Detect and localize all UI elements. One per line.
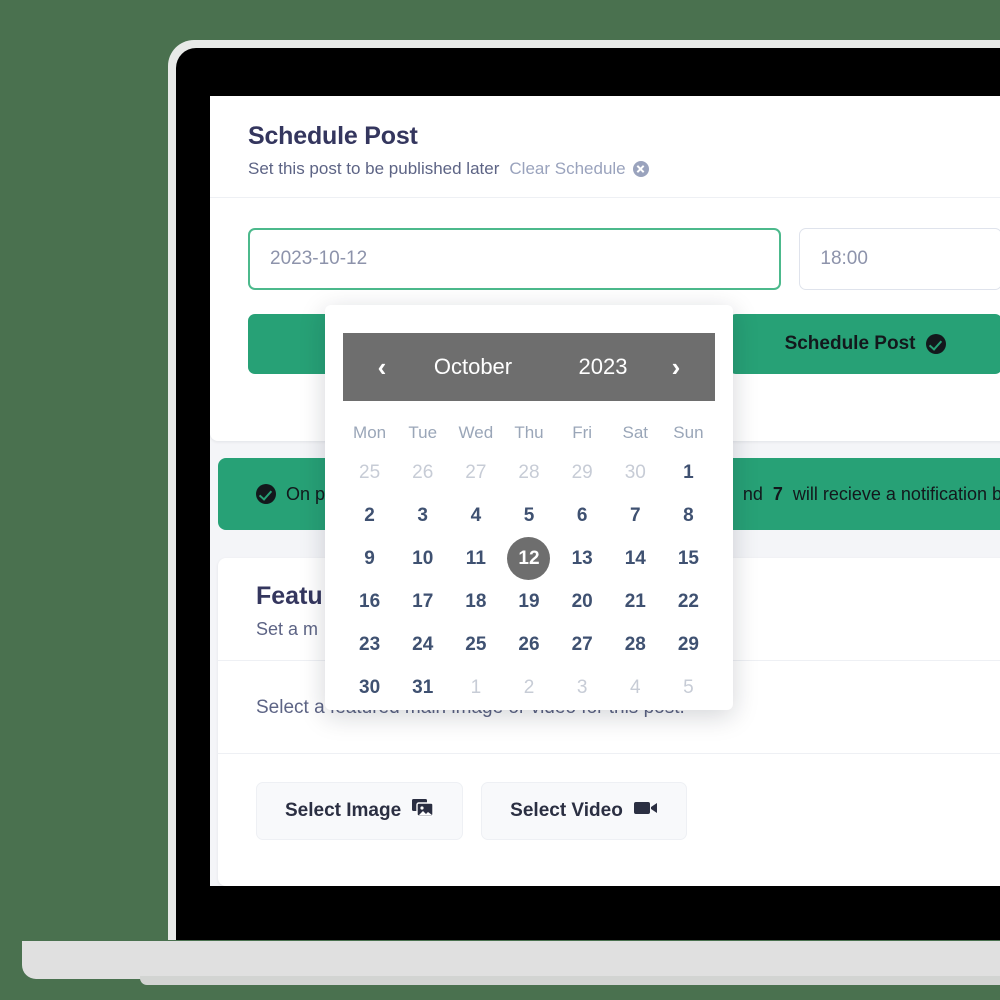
calendar-day[interactable]: 28 (609, 623, 662, 666)
time-input[interactable]: 18:00 (799, 228, 1000, 290)
check-circle-icon (926, 334, 947, 354)
calendar-day[interactable]: 4 (609, 666, 662, 709)
calendar-day[interactable]: 29 (556, 451, 609, 494)
weekday-sat: Sat (622, 423, 649, 442)
weekday-sun: Sun (673, 423, 704, 442)
schedule-card-header: Schedule Post Set this post to be publis… (210, 96, 1000, 198)
check-circle-icon (256, 484, 276, 504)
calendar-day[interactable]: 25 (343, 451, 396, 494)
calendar-day[interactable]: 20 (556, 580, 609, 623)
calendar-day[interactable]: 14 (609, 537, 662, 580)
calendar-day[interactable]: 22 (662, 580, 715, 623)
calendar-day[interactable]: 10 (396, 537, 449, 580)
calendar-day[interactable]: 11 (449, 537, 502, 580)
weekday-tue: Tue (408, 423, 438, 442)
calendar-day[interactable]: 24 (396, 623, 449, 666)
schedule-subtitle-row: Set this post to be published later Clea… (248, 159, 1000, 179)
media-button-row: Select Image Select Video (218, 754, 1000, 868)
clear-schedule-button[interactable]: Clear Schedule (509, 159, 649, 179)
laptop-base-lip (140, 976, 1000, 985)
calendar-day[interactable]: 8 (662, 494, 715, 537)
calendar-day[interactable]: 4 (449, 494, 502, 537)
calendar-day[interactable]: 18 (449, 580, 502, 623)
weekday-header-row: Mon Tue Wed Thu Fri Sat Sun (343, 415, 715, 451)
weekday-fri: Fri (572, 423, 593, 442)
weekday-wed: Wed (458, 423, 494, 442)
calendar-day[interactable]: 9 (343, 537, 396, 580)
banner-count: 7 (772, 483, 783, 504)
date-input[interactable]: 2023-10-12 (248, 228, 782, 290)
calendar-day[interactable]: 5 (502, 494, 555, 537)
calendar-day[interactable]: 27 (449, 451, 502, 494)
next-month-button[interactable]: › (659, 354, 693, 380)
calendar-day[interactable]: 2 (343, 494, 396, 537)
calendar-day[interactable]: 17 (396, 580, 449, 623)
screenshot-stage: Schedule Post Set this post to be publis… (0, 0, 1000, 1000)
calendar-day[interactable]: 30 (343, 666, 396, 709)
calendar-day[interactable]: 25 (449, 623, 502, 666)
calendar-day[interactable]: 15 (662, 537, 715, 580)
calendar-day[interactable]: 27 (556, 623, 609, 666)
banner-text-tail: will recieve a notification b (792, 483, 1000, 504)
laptop-base (22, 941, 1000, 979)
calendar-day[interactable]: 3 (556, 666, 609, 709)
datepicker-header: ‹ October 2023 › (343, 333, 715, 401)
calendar-day[interactable]: 16 (343, 580, 396, 623)
calendar-day[interactable]: 29 (662, 623, 715, 666)
calendar-day[interactable]: 2 (502, 666, 555, 709)
prev-month-button[interactable]: ‹ (365, 354, 399, 380)
clear-schedule-label: Clear Schedule (509, 159, 626, 178)
calendar-day[interactable]: 5 (662, 666, 715, 709)
calendar-day[interactable]: 21 (609, 580, 662, 623)
images-icon (412, 799, 434, 823)
schedule-post-button[interactable]: Schedule Post (729, 314, 1000, 374)
calendar-day[interactable]: 26 (502, 623, 555, 666)
weekday-mon: Mon (353, 423, 387, 442)
select-image-button[interactable]: Select Image (256, 782, 464, 840)
select-video-label: Select Video (510, 800, 623, 821)
close-circle-icon (632, 161, 649, 177)
calendar-day[interactable]: 7 (609, 494, 662, 537)
calendar-day[interactable]: 3 (396, 494, 449, 537)
weekday-thu: Thu (514, 423, 544, 442)
calendar-day[interactable]: 13 (556, 537, 609, 580)
year-label[interactable]: 2023 (547, 354, 659, 380)
calendar-day-selected[interactable]: 12 (507, 537, 551, 580)
calendar-day[interactable]: 30 (609, 451, 662, 494)
month-label[interactable]: October (399, 354, 547, 380)
calendar-day[interactable]: 19 (502, 580, 555, 623)
banner-text-end: nd (742, 483, 763, 504)
calendar-day[interactable]: 1 (449, 666, 502, 709)
schedule-input-row: 2023-10-12 18:00 (248, 228, 1000, 290)
page-title: Schedule Post (248, 122, 418, 150)
datepicker-popup: ‹ October 2023 › Mon Tue Wed Thu Fri Sat Sun 2… (325, 305, 733, 710)
schedule-post-button-label: Schedule Post (784, 333, 916, 354)
video-camera-icon (633, 800, 658, 822)
schedule-subtitle: Set this post to be published later (248, 159, 500, 178)
calendar-day[interactable]: 28 (502, 451, 555, 494)
calendar-day[interactable]: 6 (556, 494, 609, 537)
select-video-button[interactable]: Select Video (481, 782, 687, 840)
calendar-day[interactable]: 26 (396, 451, 449, 494)
calendar-day[interactable]: 1 (662, 451, 715, 494)
calendar-day-grid: 25 26 27 28 29 30 1 2 3 4 5 6 7 8 9 10 11 12 13 14 15 16 17 18 1… (343, 451, 715, 709)
calendar-day[interactable]: 31 (396, 666, 449, 709)
select-image-label: Select Image (285, 800, 402, 821)
calendar-day[interactable]: 23 (343, 623, 396, 666)
